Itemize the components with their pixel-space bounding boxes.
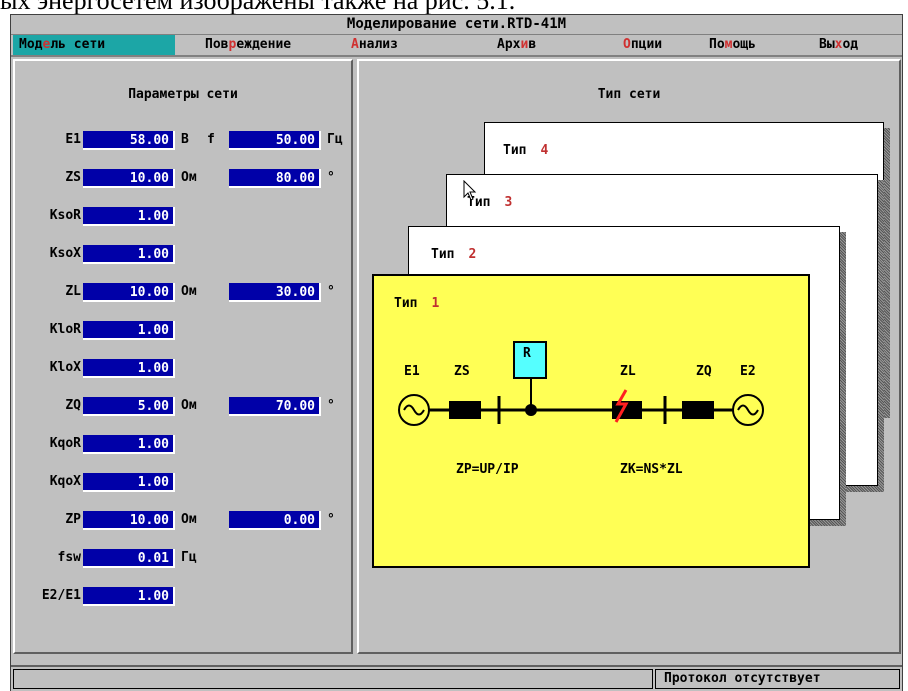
menu-item-3[interactable]: Архив xyxy=(497,35,536,55)
param-label-0: E1 xyxy=(65,132,81,147)
param-label-3: KsoX xyxy=(49,246,81,261)
param-unit-4: Ом xyxy=(181,284,197,299)
param-unit-7: Ом xyxy=(181,398,197,413)
param-unit2-4: ° xyxy=(327,284,335,299)
params-panel-title: Параметры сети xyxy=(128,87,238,102)
label-e2: E2 xyxy=(740,364,756,379)
param-label2-0: f xyxy=(207,132,215,147)
network-params-panel: Параметры сети E1 58.00 Вf 50.00 Гц ZS 10.00 Ом… xyxy=(13,59,353,654)
param-field2-4[interactable]: 30.00 xyxy=(229,283,321,302)
param-field-12[interactable]: 1.00 xyxy=(83,587,175,606)
param-field-1[interactable]: 10.00 xyxy=(83,169,175,188)
param-field-7[interactable]: 5.00 xyxy=(83,397,175,416)
param-field2-0[interactable]: 50.00 xyxy=(229,131,321,150)
param-label-7: ZQ xyxy=(65,398,81,413)
param-field-10[interactable]: 10.00 xyxy=(83,511,175,530)
formula-zp: ZP=UP/IP xyxy=(456,462,519,477)
param-unit-0: В xyxy=(181,132,189,147)
param-field-8[interactable]: 1.00 xyxy=(83,435,175,454)
label-zs: ZS xyxy=(454,364,470,379)
param-label-8: KqoR xyxy=(49,436,81,451)
param-label-11: fsw xyxy=(57,550,81,565)
param-field-6[interactable]: 1.00 xyxy=(83,359,175,378)
status-message: Протокол отсутствует xyxy=(664,671,821,686)
menu-bar: Модель сети Повреждение Анализ Архив Опции По… xyxy=(11,34,902,57)
menu-item-4[interactable]: Опции xyxy=(623,35,662,55)
param-label-2: KsoR xyxy=(49,208,81,223)
param-label-1: ZS xyxy=(65,170,81,185)
param-field-0[interactable]: 58.00 xyxy=(83,131,175,150)
param-field2-1[interactable]: 80.00 xyxy=(229,169,321,188)
param-unit2-10: ° xyxy=(327,512,335,527)
label-e1: E1 xyxy=(404,364,420,379)
param-field-9[interactable]: 1.00 xyxy=(83,473,175,492)
relay-r-label: R xyxy=(523,346,531,361)
param-unit-1: Ом xyxy=(181,170,197,185)
param-field-4[interactable]: 10.00 xyxy=(83,283,175,302)
param-field2-7[interactable]: 70.00 xyxy=(229,397,321,416)
window-title: Моделирование сети.RTD-41M xyxy=(11,15,902,33)
param-field-3[interactable]: 1.00 xyxy=(83,245,175,264)
status-right-box: Протокол отсутствует xyxy=(655,669,900,689)
param-label-12: E2/E1 xyxy=(41,588,81,603)
param-label-6: KloX xyxy=(49,360,81,375)
card-4-label: Тип 4 xyxy=(503,143,549,158)
menu-item-6[interactable]: Выход xyxy=(819,35,858,55)
network-type-title: Тип сети xyxy=(597,87,661,102)
label-zl: ZL xyxy=(620,364,636,379)
status-bar: Протокол отсутствует xyxy=(11,665,902,691)
label-zq: ZQ xyxy=(696,364,712,379)
param-label-5: KloR xyxy=(49,322,81,337)
param-field2-10[interactable]: 0.00 xyxy=(229,511,321,530)
param-field-5[interactable]: 1.00 xyxy=(83,321,175,340)
param-unit-11: Гц xyxy=(181,550,197,565)
network-type-card-1[interactable]: Тип 1 R E1 ZS ZL ZQ E2 ZP=UP/IP ZK=NS*ZL xyxy=(372,274,810,568)
menu-item-2[interactable]: Анализ xyxy=(351,35,398,55)
status-left-box xyxy=(13,669,653,689)
param-unit2-1: ° xyxy=(327,170,335,185)
param-field-11[interactable]: 0.01 xyxy=(83,549,175,568)
mouse-cursor-icon xyxy=(463,180,477,201)
param-label-4: ZL xyxy=(65,284,81,299)
param-label-9: KqoX xyxy=(49,474,81,489)
param-unit2-7: ° xyxy=(327,398,335,413)
menu-item-1[interactable]: Повреждение xyxy=(205,35,291,55)
param-unit-10: Ом xyxy=(181,512,197,527)
param-label-10: ZP xyxy=(65,512,81,527)
menu-item-5[interactable]: Помощь xyxy=(709,35,756,55)
card-2-label: Тип 2 xyxy=(431,247,477,262)
network-diagram xyxy=(398,341,764,426)
menu-item-0[interactable]: Модель сети xyxy=(13,35,175,55)
param-field-2[interactable]: 1.00 xyxy=(83,207,175,226)
param-unit2-0: Гц xyxy=(327,132,343,147)
formula-zk: ZK=NS*ZL xyxy=(620,462,683,477)
